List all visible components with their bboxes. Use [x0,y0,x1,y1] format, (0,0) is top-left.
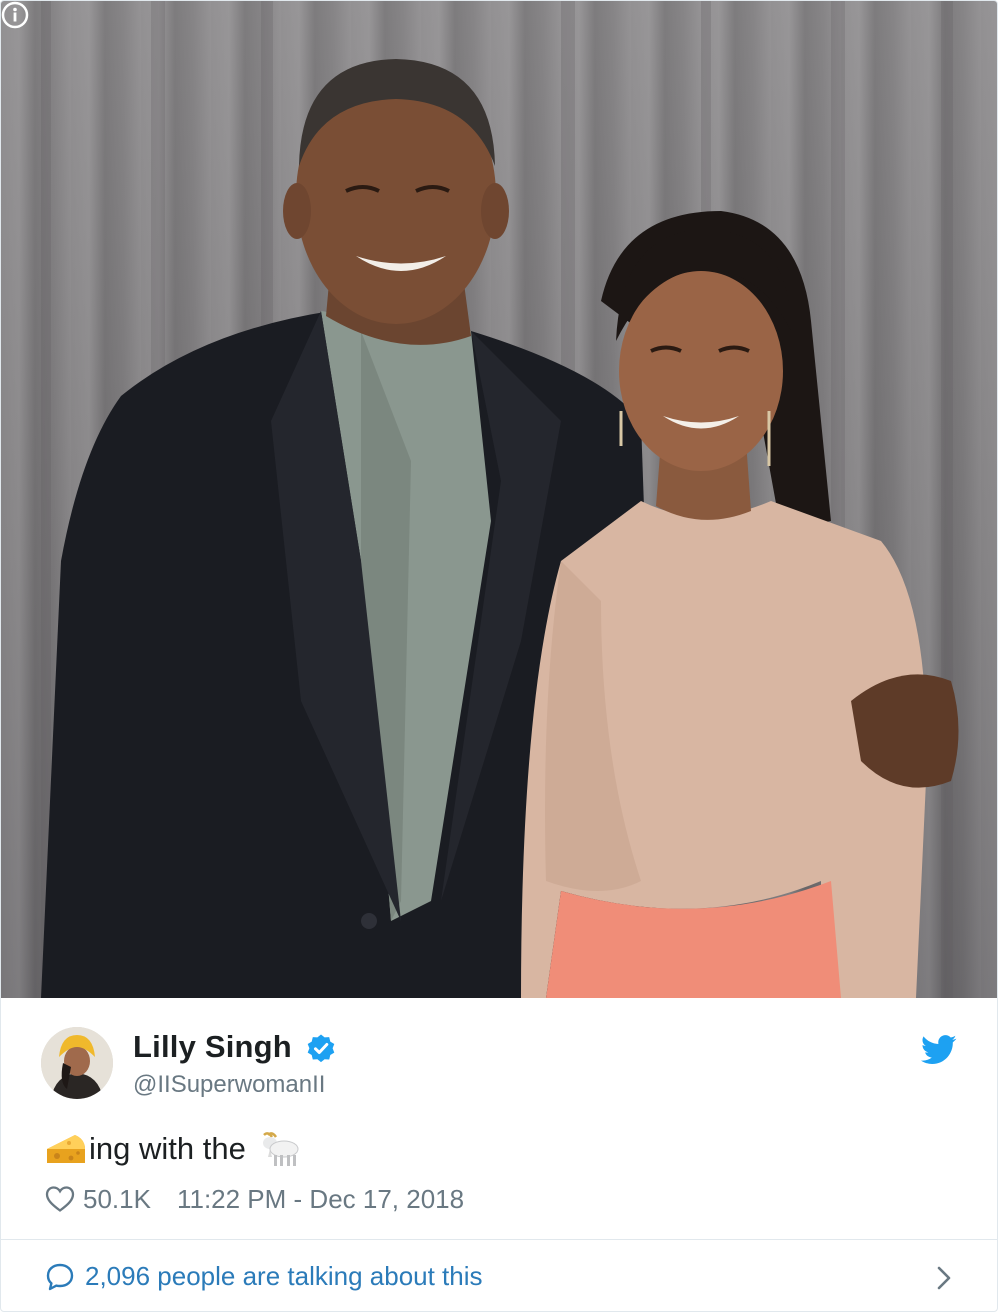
author-name[interactable]: Lilly Singh [133,1029,292,1065]
talking-footer[interactable]: 2,096 people are talking about this [1,1239,997,1311]
like-count[interactable]: 50.1K [83,1184,151,1215]
twitter-bird-icon[interactable] [921,1035,957,1065]
tweet-text: ing with the [45,1127,302,1171]
info-icon[interactable] [1,1,29,29]
avatar[interactable] [41,1027,113,1099]
avatar-image [41,1027,113,1099]
tweet-timestamp[interactable]: 11:22 PM - Dec 17, 2018 [177,1184,464,1215]
tweet-embed-card: Lilly Singh @IISuperwomanII ing with the [0,0,998,1312]
cheese-emoji-icon [47,1135,85,1163]
tweet-meta: 50.1K 11:22 PM - Dec 17, 2018 [45,1181,464,1217]
heart-icon[interactable] [45,1185,75,1213]
photo-illustration [41,1,959,998]
speech-bubble-icon [46,1263,74,1291]
tweet-body: Lilly Singh @IISuperwomanII ing with the [1,999,997,1239]
author-handle[interactable]: @IISuperwomanII [133,1071,325,1099]
talking-text[interactable]: 2,096 people are talking about this [85,1261,483,1292]
chevron-right-icon[interactable] [935,1264,953,1292]
goat-emoji-icon [262,1132,299,1166]
verified-badge-icon [307,1034,335,1063]
tweet-text-content: ing with the [89,1131,246,1166]
tweet-photo[interactable] [1,1,997,998]
